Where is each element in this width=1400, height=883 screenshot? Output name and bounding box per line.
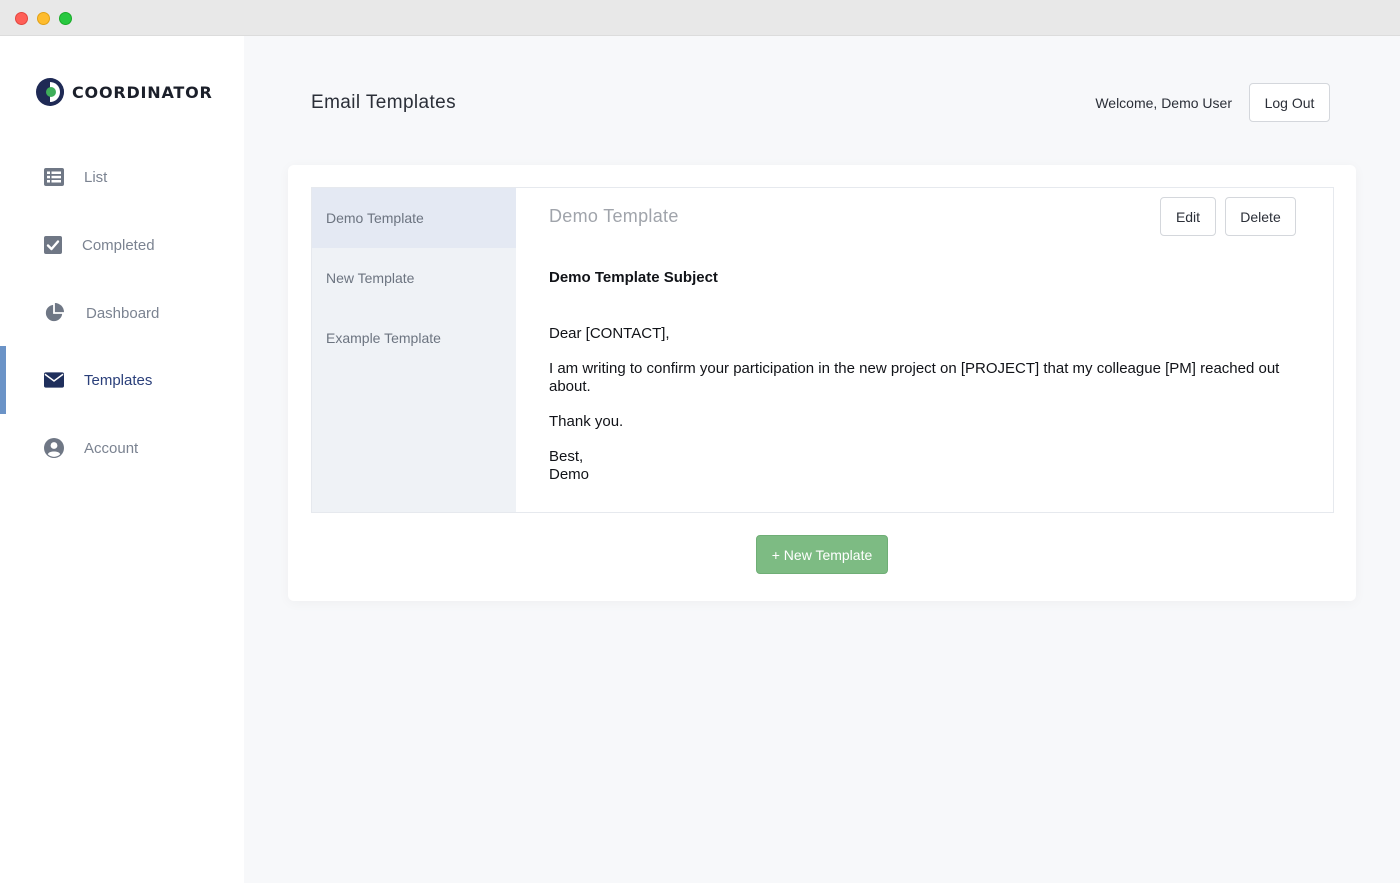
- window-titlebar: [0, 0, 1400, 36]
- template-greeting: Dear [CONTACT],: [549, 325, 670, 342]
- sidebar-item-dashboard[interactable]: Dashboard: [0, 279, 244, 347]
- templates-card: Demo Template New Template Example Templ…: [288, 165, 1356, 601]
- edit-template-button[interactable]: Edit: [1160, 197, 1216, 236]
- user-circle-icon: [44, 438, 64, 458]
- brand-name: COORDINATOR: [72, 82, 213, 102]
- sidebar-item-label: Completed: [82, 236, 155, 254]
- logout-button[interactable]: Log Out: [1249, 83, 1330, 122]
- delete-template-button[interactable]: Delete: [1225, 197, 1296, 236]
- sidebar-item-label: Account: [84, 439, 139, 457]
- main-content: Email Templates Welcome, Demo User Log O…: [244, 36, 1400, 883]
- template-signature: Demo: [549, 466, 590, 483]
- list-icon: [44, 167, 64, 187]
- new-template-button[interactable]: + New Template: [756, 535, 888, 574]
- template-list-item-example[interactable]: Example Template: [312, 308, 516, 368]
- sidebar-item-account[interactable]: Account: [0, 414, 244, 482]
- page-title: Email Templates: [311, 92, 457, 113]
- template-panel: Demo Template New Template Example Templ…: [311, 187, 1334, 513]
- coordinator-logo-icon: [36, 78, 64, 106]
- maximize-window-button[interactable]: [59, 12, 72, 25]
- template-thanks: Thank you.: [549, 413, 624, 430]
- template-title: Demo Template: [549, 206, 679, 226]
- template-list-item-demo[interactable]: Demo Template: [312, 188, 516, 248]
- envelope-icon: [44, 370, 64, 390]
- sidebar-item-completed[interactable]: Completed: [0, 211, 244, 279]
- minimize-window-button[interactable]: [37, 12, 50, 25]
- sidebar-item-label: List: [84, 168, 108, 186]
- sidebar-item-templates[interactable]: Templates: [0, 346, 244, 414]
- sidebar: COORDINATOR List Completed Dashboard Tem…: [0, 36, 244, 883]
- checkbox-icon: [43, 235, 63, 255]
- sidebar-item-list[interactable]: List: [0, 143, 244, 211]
- template-body: Dear [CONTACT], I am writing to confirm …: [549, 325, 1299, 484]
- template-list-item-new[interactable]: New Template: [312, 248, 516, 308]
- template-paragraph: I am writing to confirm your participati…: [549, 360, 1280, 395]
- brand[interactable]: COORDINATOR: [36, 78, 213, 106]
- template-signoff: Best,: [549, 448, 584, 465]
- close-window-button[interactable]: [15, 12, 28, 25]
- sidebar-item-label: Dashboard: [86, 304, 160, 322]
- welcome-text: Welcome, Demo User: [1095, 95, 1232, 111]
- template-list: Demo Template New Template Example Templ…: [312, 188, 516, 512]
- pie-chart-icon: [44, 303, 64, 323]
- template-subject: Demo Template Subject: [549, 269, 718, 286]
- sidebar-item-label: Templates: [84, 371, 153, 389]
- template-detail: Demo Template Edit Delete Demo Template …: [516, 188, 1333, 512]
